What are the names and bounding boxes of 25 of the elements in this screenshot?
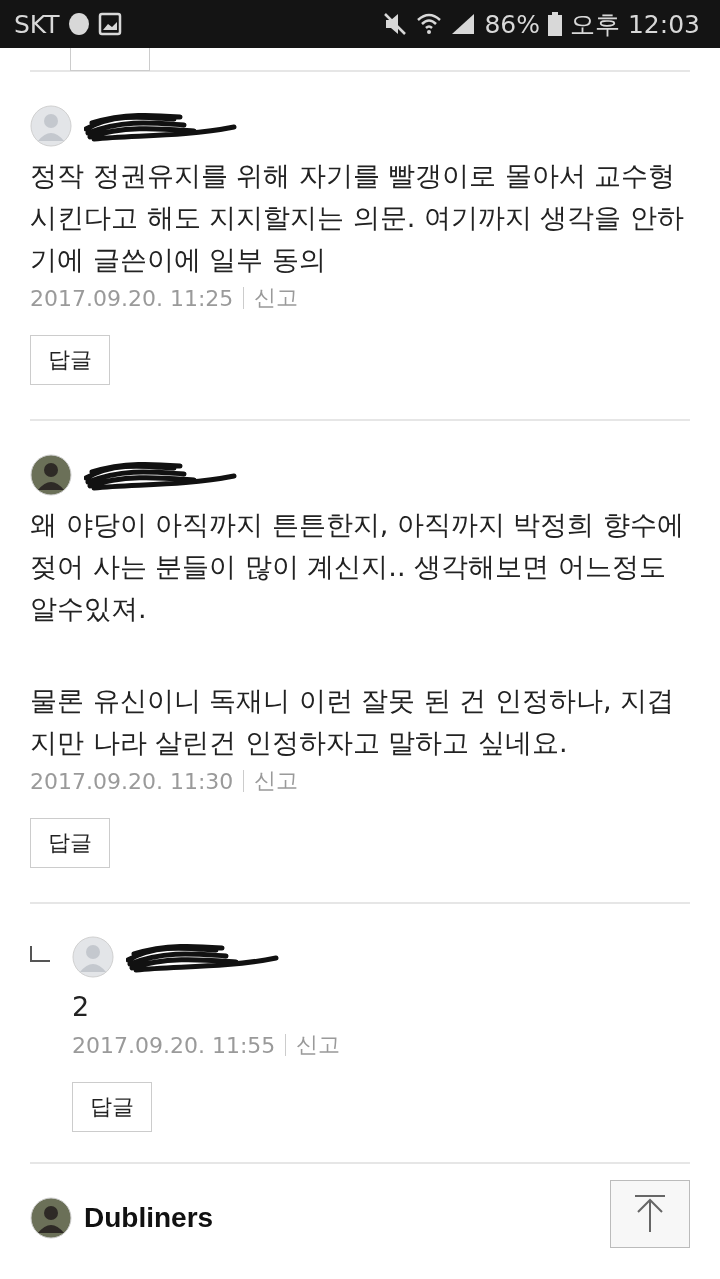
battery-icon — [547, 12, 562, 36]
comment-text: 물론 유신이니 독재니 이런 잘못 된 건 인정하나, 지겹지만 나라 살린건 인정하자고 말하고 싶네요. — [30, 684, 676, 760]
scroll-top-button[interactable] — [610, 1180, 690, 1248]
reply-indicator-icon — [30, 946, 50, 962]
comment-text: 2 — [72, 990, 91, 1024]
comment-text: 왜 야당이 아직까지 튼튼한지, 아직까지 박정희 향수에 젖어 사는 분들이 많이 계신지.. 생각해보면 어느정도 알수있져. — [30, 508, 686, 626]
reply-button[interactable]: 답글 — [72, 1082, 152, 1132]
carrier-label: SKT — [14, 9, 60, 39]
comment-text: 정작 정권유지를 위해 자기를 빨갱이로 몰아서 교수형 시킨다고 해도 지지할지는 의문. 여기까지 생각을 안하기에 글쓴이에 일부 동의 — [30, 159, 686, 277]
comment-date: 2017.09.20. 11:30 — [30, 768, 234, 794]
avatar-icon — [72, 936, 114, 978]
comment-date: 2017.09.20. 11:55 — [72, 1032, 276, 1058]
scroll-top-icon — [633, 1194, 667, 1234]
comment-date: 2017.09.20. 11:25 — [30, 285, 234, 311]
author-name[interactable]: Dubliners — [84, 1202, 214, 1234]
reply-button[interactable]: 답글 — [30, 818, 110, 868]
reply-button[interactable]: 답글 — [30, 335, 110, 385]
avatar-icon — [30, 105, 72, 147]
wifi-icon — [416, 12, 443, 36]
clock: 12:03 — [627, 9, 700, 39]
signal-icon — [450, 12, 477, 36]
bean-icon — [67, 12, 90, 36]
time-period: 오후 — [569, 8, 620, 41]
battery-percent: 86% — [484, 9, 540, 39]
image-icon — [97, 12, 122, 36]
